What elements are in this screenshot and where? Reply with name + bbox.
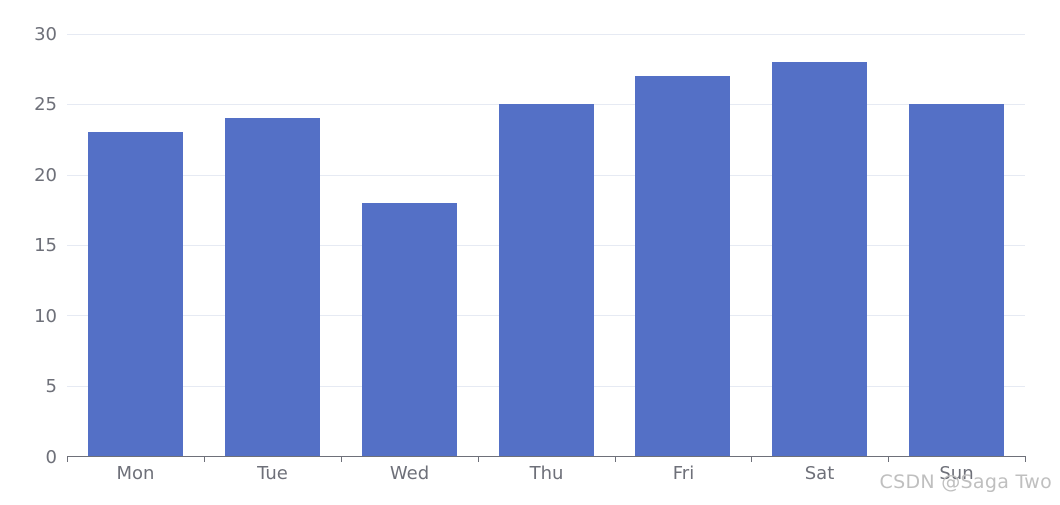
plot-area: [67, 34, 1025, 456]
x-axis-tick: [615, 457, 616, 462]
y-axis-tick-label: 10: [34, 306, 57, 327]
bar-wed[interactable]: [361, 202, 457, 456]
bar-mon[interactable]: [87, 132, 183, 456]
bar-thu[interactable]: [498, 104, 594, 456]
y-axis-tick-label: 15: [34, 235, 57, 256]
x-axis-tick: [751, 457, 752, 462]
x-axis-label-tue: Tue: [257, 463, 288, 484]
x-axis-label-mon: Mon: [116, 463, 155, 484]
x-axis-label-fri: Fri: [672, 463, 695, 484]
bar-sun[interactable]: [909, 104, 1005, 456]
bar-chart: 30 25 20 15 10 5 0 Mon Tue Wed Thu Fri S…: [0, 0, 1060, 505]
x-axis-tick: [204, 457, 205, 462]
x-axis-label-wed: Wed: [389, 463, 430, 484]
x-axis-tick: [341, 457, 342, 462]
bar-tue[interactable]: [224, 118, 320, 456]
y-axis-tick-label: 30: [34, 24, 57, 45]
y-axis-tick-label: 25: [34, 94, 57, 115]
x-axis-line: [67, 456, 1026, 457]
bar-sat[interactable]: [772, 62, 868, 456]
x-axis-label-thu: Thu: [529, 463, 564, 484]
x-axis-tick: [888, 457, 889, 462]
bar-fri[interactable]: [635, 76, 731, 456]
x-axis-label-sat: Sat: [804, 463, 835, 484]
y-axis-tick-label: 0: [45, 447, 57, 468]
y-axis-tick-label: 20: [34, 165, 57, 186]
x-axis-tick: [478, 457, 479, 462]
gridline-30: [67, 34, 1025, 35]
x-axis-tick: [67, 457, 68, 462]
watermark-text: CSDN @Saga Two: [879, 471, 1052, 493]
y-axis-tick-label: 5: [45, 376, 57, 397]
x-axis-tick: [1025, 457, 1026, 462]
